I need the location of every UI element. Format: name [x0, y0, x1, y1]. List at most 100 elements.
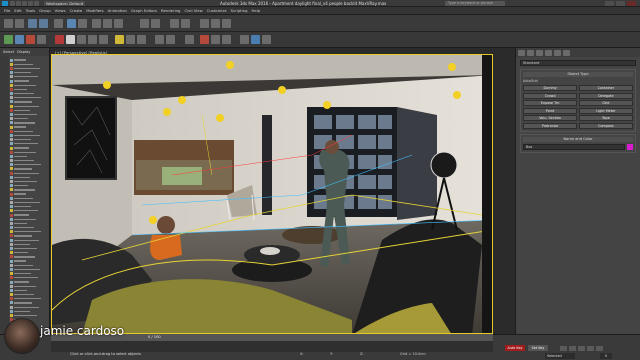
helper-icon[interactable]: [137, 35, 146, 44]
expose-tm-button[interactable]: Expose Tm: [523, 100, 578, 106]
menu-rendering[interactable]: Rendering: [161, 8, 180, 13]
maximize-button[interactable]: [616, 1, 625, 6]
undo-tool-icon[interactable]: [4, 19, 13, 28]
select-by-name-icon[interactable]: [78, 19, 87, 28]
cylinder-icon[interactable]: [88, 35, 97, 44]
compass-button[interactable]: Compass: [578, 122, 633, 129]
light-meter-button[interactable]: Light Meter: [578, 107, 633, 114]
menu-civil-view[interactable]: Civil View: [184, 8, 202, 13]
mirror-icon[interactable]: [170, 19, 179, 28]
previous-frame-icon[interactable]: [569, 346, 576, 351]
redo-icon[interactable]: [34, 0, 39, 6]
key-filter-dropdown[interactable]: Selected: [545, 353, 575, 359]
set-key-button[interactable]: Set Key: [528, 345, 548, 351]
tab-display[interactable]: Display: [17, 50, 30, 54]
menu-customize[interactable]: Customize: [207, 8, 227, 13]
material-editor-icon[interactable]: [200, 19, 209, 28]
track-bar[interactable]: [51, 341, 493, 352]
selection-icon[interactable]: [26, 35, 35, 44]
scale-icon[interactable]: [114, 19, 123, 28]
tab-select[interactable]: Select: [3, 50, 14, 54]
box-icon[interactable]: [66, 35, 75, 44]
modeling-icon[interactable]: [4, 35, 13, 44]
angle-snap-icon[interactable]: [151, 19, 160, 28]
select-object-icon[interactable]: [67, 19, 76, 28]
unlink-icon[interactable]: [39, 19, 48, 28]
teapot-icon[interactable]: [55, 35, 64, 44]
sound-icon[interactable]: [262, 35, 271, 44]
menu-views[interactable]: Views: [55, 8, 66, 13]
plane-icon[interactable]: [99, 35, 108, 44]
tape-button[interactable]: Tape: [578, 115, 633, 121]
minimize-button[interactable]: [605, 1, 614, 6]
crowd-button[interactable]: Crowd: [523, 92, 578, 99]
y-coordinate-field[interactable]: Y:: [330, 352, 333, 356]
explorer-filter-strip[interactable]: [0, 56, 9, 340]
protractor-button[interactable]: Protractor: [523, 122, 578, 129]
menu-scripting[interactable]: Scripting: [231, 8, 248, 13]
point-button[interactable]: Point: [523, 107, 578, 114]
object-name-field[interactable]: Box: [523, 143, 625, 150]
next-frame-icon[interactable]: [587, 346, 594, 351]
modify-tab-icon[interactable]: [527, 50, 534, 56]
link-icon[interactable]: [28, 19, 37, 28]
menu-graph-editors[interactable]: Graph Editors: [131, 8, 157, 13]
autogrid-checkbox[interactable]: AutoGrid: [523, 79, 633, 83]
render-icon[interactable]: [222, 19, 231, 28]
redo-tool-icon[interactable]: [15, 19, 24, 28]
new-file-icon[interactable]: [10, 0, 15, 6]
motion-tab-icon[interactable]: [545, 50, 552, 56]
script-icon[interactable]: [240, 35, 249, 44]
menu-animation[interactable]: Animation: [108, 8, 127, 13]
current-frame-field[interactable]: 0: [600, 353, 612, 359]
display-tab-icon[interactable]: [554, 50, 561, 56]
save-file-icon[interactable]: [22, 0, 27, 6]
snap-icon[interactable]: [140, 19, 149, 28]
menu-file[interactable]: File: [4, 8, 10, 13]
hierarchy-tab-icon[interactable]: [536, 50, 543, 56]
vray-sun-icon[interactable]: [211, 35, 220, 44]
freeform-icon[interactable]: [15, 35, 24, 44]
render-setup-icon[interactable]: [211, 19, 220, 28]
menu-tools[interactable]: Tools: [26, 8, 35, 13]
align-icon[interactable]: [181, 19, 190, 28]
proxy-icon[interactable]: [166, 35, 175, 44]
vray-light-icon[interactable]: [200, 35, 209, 44]
delegate-button[interactable]: Delegate: [578, 92, 633, 99]
open-file-icon[interactable]: [16, 0, 21, 6]
scene-object-list[interactable]: [10, 58, 50, 343]
search-input[interactable]: Type a keyword or phrase: [445, 1, 505, 6]
menu-create[interactable]: Create: [70, 8, 83, 13]
container-button[interactable]: Container: [578, 85, 633, 91]
undo-icon[interactable]: [28, 0, 33, 6]
app-logo-icon[interactable]: [2, 0, 8, 6]
grid-button[interactable]: Grid: [578, 100, 633, 106]
auto-key-button[interactable]: Auto Key: [505, 345, 525, 351]
z-coordinate-field[interactable]: Z:: [360, 352, 364, 356]
go-to-end-icon[interactable]: [596, 346, 603, 351]
workspace-dropdown[interactable]: Workspace: Default: [44, 0, 86, 6]
create-tab-icon[interactable]: [518, 50, 525, 56]
object-paint-icon[interactable]: [37, 35, 46, 44]
sphere-icon[interactable]: [77, 35, 86, 44]
play-icon[interactable]: [578, 346, 585, 351]
move-icon[interactable]: [92, 19, 101, 28]
particle-icon[interactable]: [251, 35, 260, 44]
select-filter-icon[interactable]: [54, 19, 63, 28]
camera-icon[interactable]: [126, 35, 135, 44]
menu-help[interactable]: Help: [252, 8, 261, 13]
light-icon[interactable]: [115, 35, 124, 44]
go-to-start-icon[interactable]: [560, 346, 567, 351]
utilities-tab-icon[interactable]: [563, 50, 570, 56]
menu-group[interactable]: Group: [39, 8, 51, 13]
dummy-button[interactable]: Dummy: [523, 85, 578, 91]
x-coordinate-field[interactable]: X:: [300, 352, 304, 356]
menu-edit[interactable]: Edit: [14, 8, 21, 13]
volume-section-button[interactable]: Volu. Section: [523, 115, 578, 121]
menu-modifiers[interactable]: Modifiers: [86, 8, 103, 13]
rotate-icon[interactable]: [103, 19, 112, 28]
object-type-title[interactable]: Object Type: [523, 72, 633, 77]
perspective-viewport[interactable]: [51, 54, 493, 334]
close-button[interactable]: [627, 1, 636, 6]
object-color-swatch[interactable]: [627, 143, 633, 150]
